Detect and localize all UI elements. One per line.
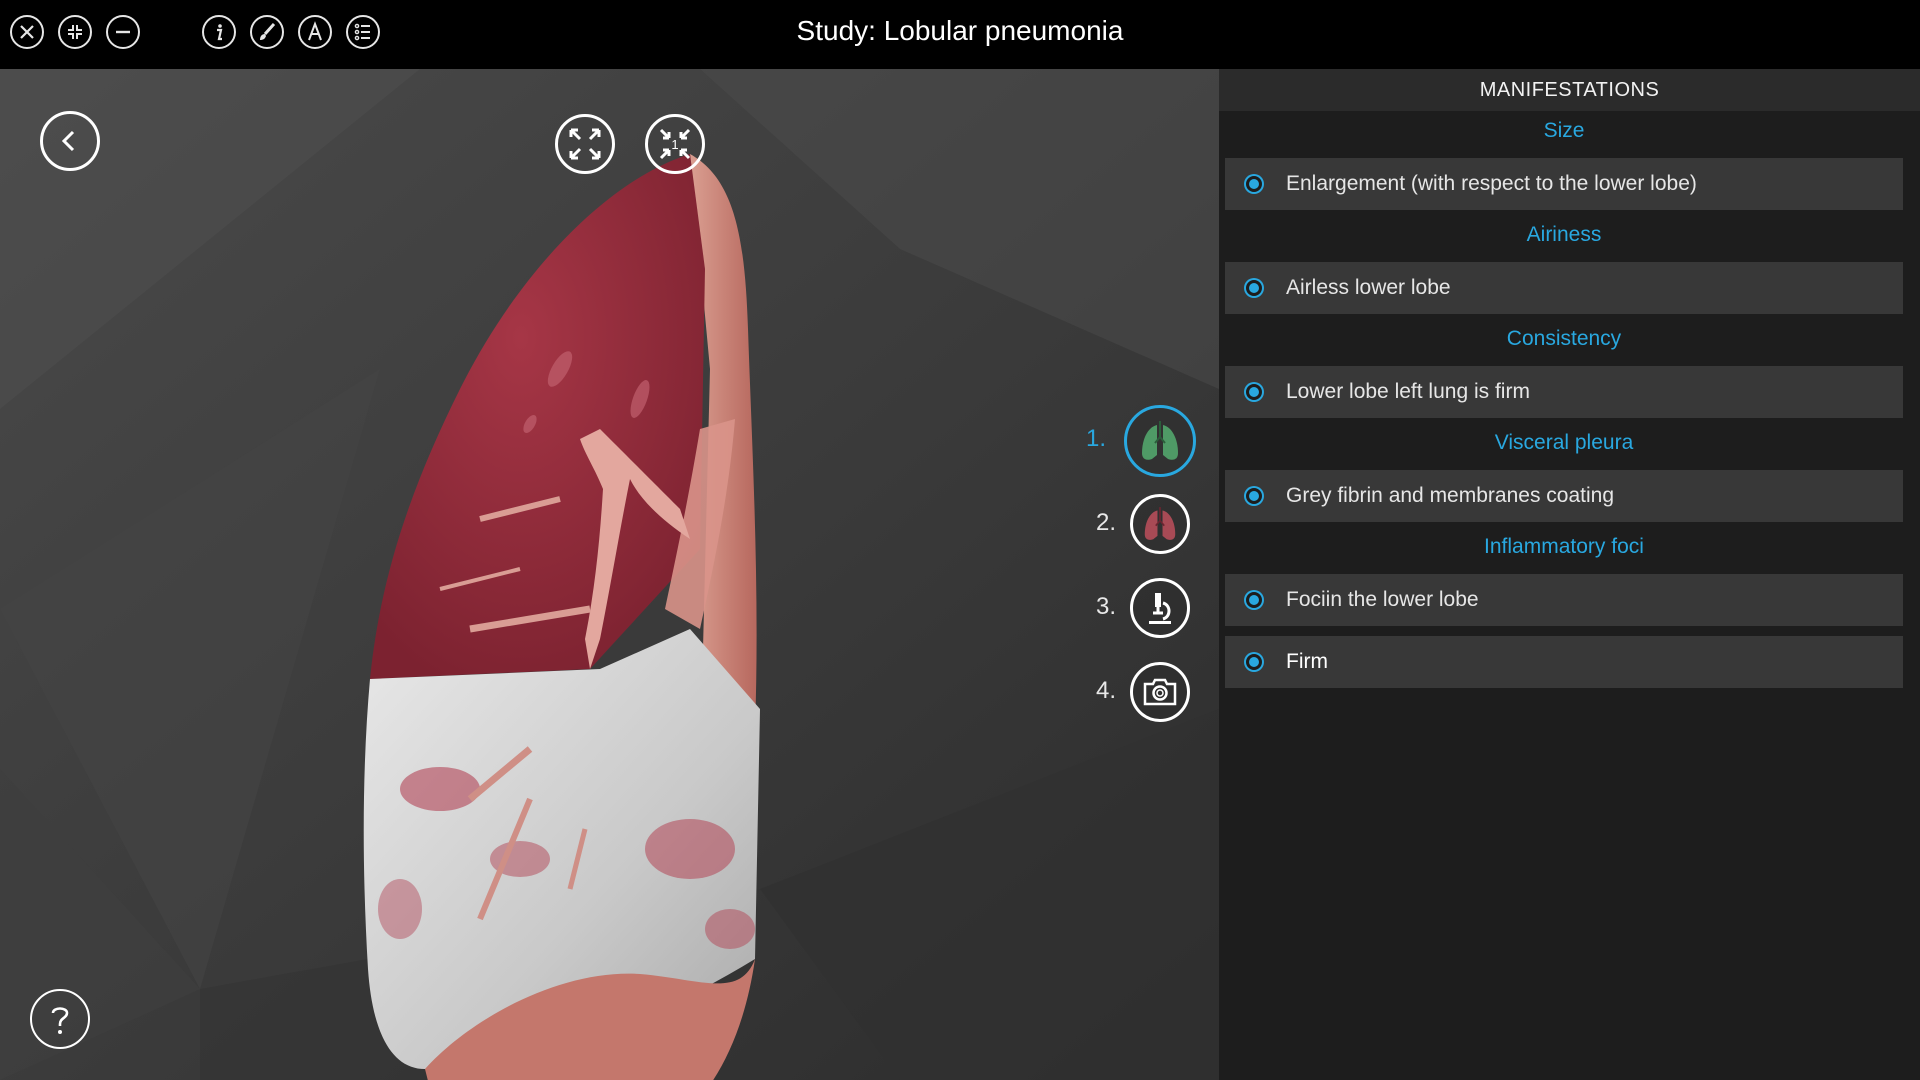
step-number-1: 1. (1085, 425, 1106, 452)
chevron-left-icon (61, 130, 75, 152)
camera-icon (1143, 678, 1177, 706)
minimize-icon[interactable] (106, 15, 140, 49)
top-toolbar: Study: Lobular pneumonia (0, 0, 1920, 69)
model-viewport[interactable]: 1 1. 2. 3. 4. (0, 69, 1219, 1080)
fullscreen-button[interactable] (555, 114, 615, 174)
manifestations-panel: MANIFESTATIONS Size Enlargement (with re… (1219, 69, 1920, 1080)
manifestation-label: Lower lobe left lung is firm (1286, 380, 1530, 403)
manifestation-label: Enlargement (with respect to the lower l… (1286, 172, 1697, 195)
text-icon[interactable] (298, 15, 332, 49)
category-size: Size (1543, 119, 1585, 142)
manifestation-item[interactable]: Lower lobe left lung is firm (1225, 366, 1903, 418)
page-title: Study: Lobular pneumonia (796, 15, 1124, 46)
lungs-red-icon (1144, 507, 1176, 540)
fit-view-button[interactable]: 1 (645, 114, 705, 174)
manifestation-label: Grey fibrin and membranes coating (1286, 484, 1614, 507)
info-icon[interactable] (202, 15, 236, 49)
expand-icon (569, 128, 601, 160)
category-consistency: Consistency (1506, 327, 1622, 350)
microscope-icon (1149, 593, 1171, 624)
help-icon (51, 1007, 69, 1034)
radio-indicator[interactable] (1246, 654, 1262, 670)
radio-indicator[interactable] (1246, 592, 1262, 608)
step-number-4: 4. (1095, 677, 1116, 704)
category-airiness: Airiness (1526, 223, 1602, 246)
step-1-button[interactable] (1124, 405, 1196, 477)
lungs-green-icon (1142, 421, 1178, 460)
brush-icon[interactable] (250, 15, 284, 49)
category-visceral-pleura: Visceral pleura (1494, 431, 1634, 454)
radio-indicator[interactable] (1246, 280, 1262, 296)
shrink-icon: 1 (659, 128, 691, 160)
panel-heading: MANIFESTATIONS (1219, 69, 1920, 111)
step-number-2: 2. (1095, 509, 1116, 536)
step-3-button[interactable] (1130, 578, 1190, 638)
manifestation-item[interactable]: Enlargement (with respect to the lower l… (1225, 158, 1903, 210)
lung-3d-model[interactable] (0, 69, 1219, 1080)
step-4-button[interactable] (1130, 662, 1190, 722)
fit-view-badge: 1 (671, 137, 678, 152)
manifestation-label: Airless lower lobe (1286, 276, 1451, 299)
radio-indicator[interactable] (1246, 384, 1262, 400)
close-icon[interactable] (10, 15, 44, 49)
manifestation-label: Firm (1286, 650, 1328, 673)
radio-indicator[interactable] (1246, 488, 1262, 504)
category-inflammatory-foci: Inflammatory foci (1484, 535, 1644, 558)
collapse-icon[interactable] (58, 15, 92, 49)
manifestation-item[interactable]: Firm (1225, 636, 1903, 688)
manifestation-label: Fociin the lower lobe (1286, 588, 1479, 611)
step-number-3: 3. (1095, 593, 1116, 620)
manifestation-item[interactable]: Airless lower lobe (1225, 262, 1903, 314)
radio-indicator[interactable] (1246, 176, 1262, 192)
list-icon[interactable] (346, 15, 380, 49)
back-button[interactable] (40, 111, 100, 171)
step-2-button[interactable] (1130, 494, 1190, 554)
manifestation-item[interactable]: Grey fibrin and membranes coating (1225, 470, 1903, 522)
manifestation-item[interactable]: Fociin the lower lobe (1225, 574, 1903, 626)
help-button[interactable] (30, 989, 90, 1049)
